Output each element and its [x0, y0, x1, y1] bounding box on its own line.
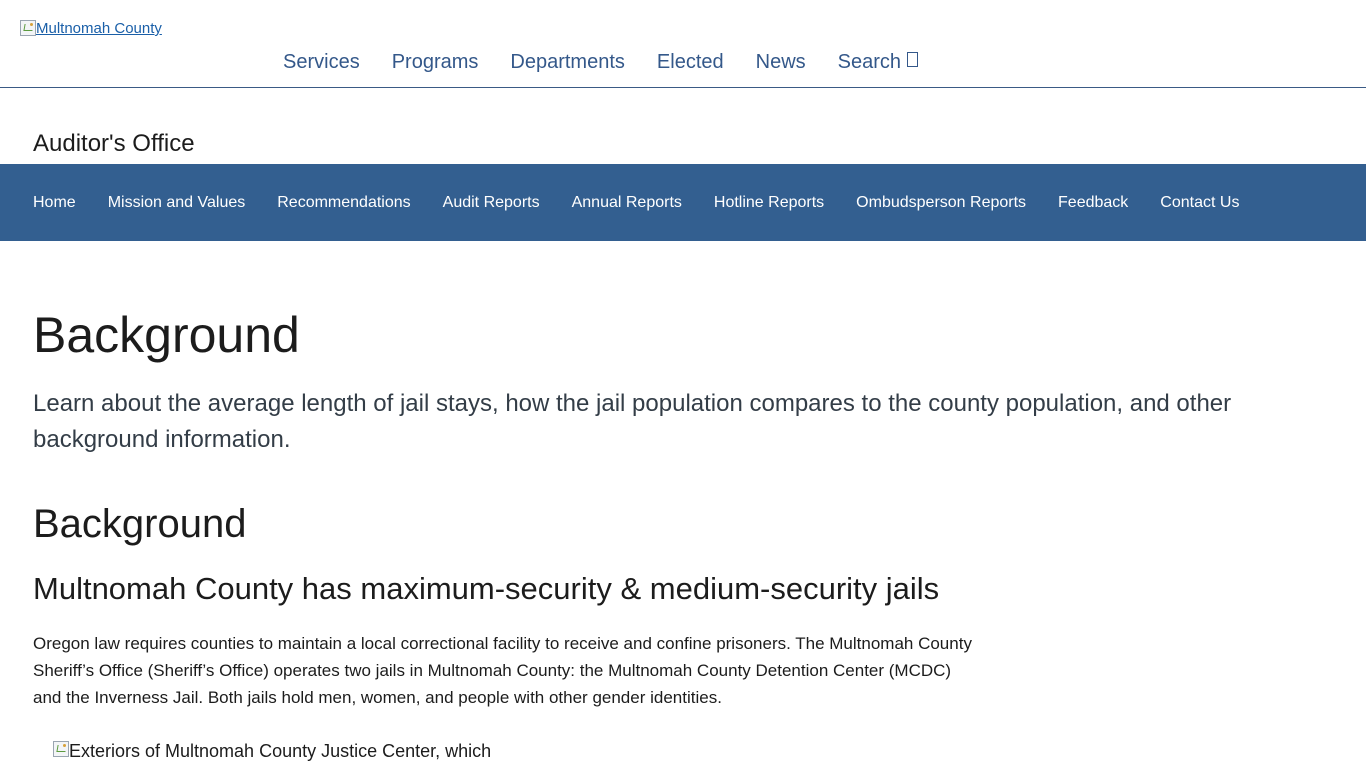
nav-services[interactable]: Services	[267, 48, 376, 76]
broken-image-icon	[53, 741, 69, 757]
section-nav-audit-reports[interactable]: Audit Reports	[427, 191, 556, 215]
page-lead: Learn about the average length of jail s…	[33, 390, 1232, 453]
logo-alt-text: Multnomah County	[36, 20, 162, 37]
section-nav-mission[interactable]: Mission and Values	[92, 191, 262, 215]
content-heading: Background	[33, 502, 247, 546]
section-nav-recommendations[interactable]: Recommendations	[261, 191, 426, 215]
justice-center-image: Exteriors of Multnomah County Justice Ce…	[53, 741, 491, 762]
nav-programs[interactable]: Programs	[376, 48, 495, 76]
nav-search[interactable]: Search	[822, 48, 934, 76]
page-title: Background	[33, 307, 300, 363]
section-title: Auditor's Office	[33, 130, 195, 157]
missing-glyph-icon	[907, 52, 919, 67]
section-nav-annual-reports[interactable]: Annual Reports	[556, 191, 698, 215]
nav-news[interactable]: News	[740, 48, 822, 76]
content-subheading: Multnomah County has maximum-security & …	[33, 571, 940, 606]
site-header: Multnomah County Services Programs Depar…	[0, 0, 1366, 88]
content-paragraph: Oregon law requires counties to maintain…	[33, 634, 972, 707]
section-nav-contact[interactable]: Contact Us	[1144, 191, 1255, 215]
image-alt-text: Exteriors of Multnomah County Justice Ce…	[69, 741, 492, 761]
nav-departments[interactable]: Departments	[494, 48, 641, 76]
section-nav-hotline-reports[interactable]: Hotline Reports	[698, 191, 840, 215]
county-logo-link[interactable]: Multnomah County	[20, 20, 162, 37]
section-nav: Home Mission and Values Recommendations …	[0, 164, 1366, 241]
broken-image-icon	[20, 20, 36, 36]
section-nav-home[interactable]: Home	[17, 191, 92, 215]
main-nav: Services Programs Departments Elected Ne…	[267, 48, 934, 76]
section-nav-feedback[interactable]: Feedback	[1042, 191, 1144, 215]
nav-search-label: Search	[837, 51, 902, 73]
section-nav-ombudsperson-reports[interactable]: Ombudsperson Reports	[840, 191, 1042, 215]
nav-elected[interactable]: Elected	[641, 48, 740, 76]
